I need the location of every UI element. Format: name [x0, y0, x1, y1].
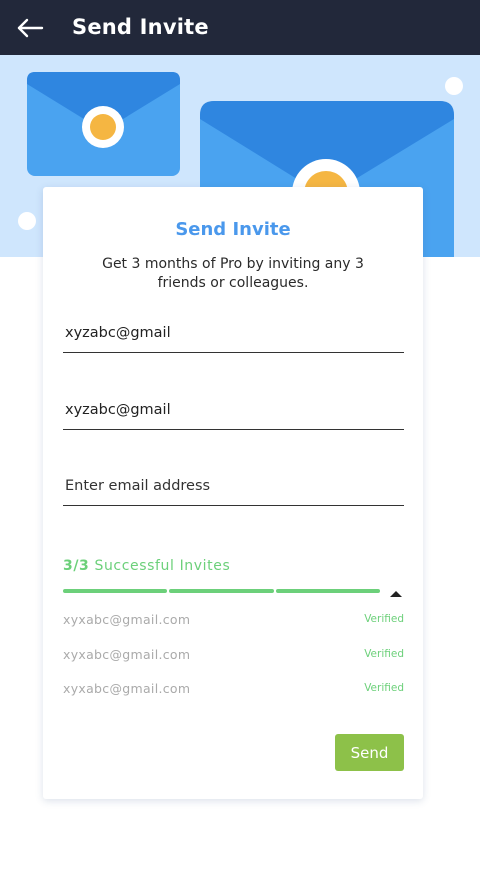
arrow-left-icon: [17, 18, 44, 38]
invites-count: 3/3: [63, 558, 90, 574]
invite-email: xyxabc@gmail.com: [63, 681, 191, 696]
invite-list-item: xyxabc@gmail.com Verified: [63, 681, 404, 699]
page-title: Send Invite: [72, 15, 209, 39]
progress-segment: [275, 589, 380, 593]
caret-up-icon: [390, 591, 402, 597]
email-field-1[interactable]: [63, 313, 404, 353]
top-app-bar: Send Invite: [0, 0, 480, 55]
send-button[interactable]: Send: [335, 734, 404, 771]
email-field-3[interactable]: [63, 466, 404, 506]
verified-badge: Verified: [364, 648, 404, 660]
invites-status: 3/3 Successful Invites: [63, 558, 230, 574]
progress-segment: [169, 589, 274, 593]
invites-progress-bar: [63, 589, 380, 593]
decor-dot: [18, 212, 36, 230]
invites-label: Successful Invites: [94, 558, 231, 574]
collapse-toggle[interactable]: [388, 585, 404, 597]
envelope-icon: [27, 72, 180, 176]
invite-email: xyxabc@gmail.com: [63, 647, 191, 662]
back-button[interactable]: [16, 15, 44, 41]
progress-segment: [63, 589, 168, 593]
decor-dot: [445, 77, 463, 95]
card-description: Get 3 months of Pro by inviting any 3 fr…: [102, 256, 364, 291]
verified-badge: Verified: [364, 682, 404, 694]
invite-email: xyxabc@gmail.com: [63, 612, 191, 627]
card-title: Send Invite: [175, 219, 291, 240]
invite-list-item: xyxabc@gmail.com Verified: [63, 612, 404, 630]
verified-badge: Verified: [364, 613, 404, 625]
invite-list-item: xyxabc@gmail.com Verified: [63, 647, 404, 665]
email-field-2[interactable]: [63, 390, 404, 430]
invite-card: Send Invite Get 3 months of Pro by invit…: [43, 187, 423, 799]
